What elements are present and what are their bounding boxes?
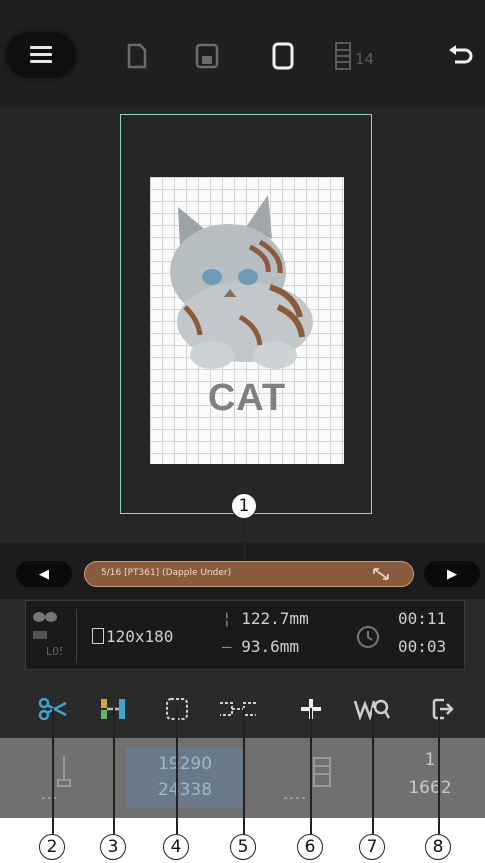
needle-icon	[42, 756, 71, 799]
stitch-counter[interactable]: 19290 24338	[126, 748, 244, 808]
callout-3-line	[113, 708, 115, 834]
arrow-left-icon: ◀	[39, 566, 49, 582]
menu-icon-bar	[30, 60, 52, 63]
time-remaining: 00:03	[398, 637, 447, 656]
callout-7: 7	[359, 834, 385, 860]
applique-jump-icon[interactable]	[216, 696, 260, 722]
prev-color-button[interactable]: ◀	[16, 561, 72, 587]
stitch-mode-icon: L05	[33, 612, 62, 658]
design-height: ¦ 122.7mm	[222, 609, 309, 628]
save-icon[interactable]	[192, 40, 222, 72]
stop-number: 1	[424, 750, 436, 770]
hoop-frame-icon[interactable]	[268, 40, 298, 72]
menu-button[interactable]	[6, 32, 76, 78]
callout-8: 8	[425, 834, 451, 860]
callout-2-line	[52, 708, 54, 834]
time-total: 00:11	[398, 609, 447, 628]
undo-icon[interactable]	[446, 40, 476, 72]
exit-icon[interactable]	[426, 696, 460, 722]
callout-6-line	[310, 708, 312, 834]
clock-icon	[357, 626, 379, 648]
design-width: – 93.6mm	[222, 637, 299, 656]
hoop-size-icon	[92, 628, 104, 644]
menu-icon	[30, 46, 52, 49]
svg-text:L05: L05	[46, 645, 62, 658]
hoop-size-value: 120x180	[106, 627, 174, 646]
thread-stop-icon	[284, 757, 331, 799]
color-label: 5/16 [PT361] (Dapple Under)	[101, 568, 232, 578]
width-value: 93.6mm	[241, 637, 300, 656]
callout-1: 1	[231, 493, 257, 519]
stitch-current: 19290	[157, 754, 213, 774]
spool-count: 14	[355, 50, 375, 68]
fabric-preview: CAT	[150, 177, 344, 464]
hoop-size: 120x180	[92, 627, 173, 646]
design-text: CAT	[207, 377, 287, 419]
design-canvas[interactable]: CAT	[0, 108, 485, 543]
callout-4: 4	[163, 834, 189, 860]
callout-1-line	[244, 518, 246, 560]
color-navigation: ◀ 5/16 [PT361] (Dapple Under) ▶	[0, 543, 485, 599]
callout-5-line	[243, 708, 245, 834]
design-info-panel: L05 120x180 ¦ 122.7mm – 93.6mm 00:11 00:…	[25, 600, 465, 670]
callout-8-line	[438, 708, 440, 834]
arrow-right-icon: ▶	[447, 566, 457, 582]
expand-icon	[373, 568, 389, 580]
callout-5: 5	[230, 834, 256, 860]
new-file-icon[interactable]	[122, 40, 152, 72]
cat-embroidery-image	[170, 195, 313, 369]
callout-7-line	[372, 708, 374, 834]
stop-total: 1662	[408, 778, 452, 798]
stitch-total: 24338	[157, 780, 213, 800]
callout-3: 3	[100, 834, 126, 860]
next-color-button[interactable]: ▶	[424, 561, 480, 587]
divider	[76, 609, 77, 663]
height-value: 122.7mm	[241, 609, 309, 628]
thread-spool-icon[interactable]: 14	[334, 40, 404, 72]
embroidery-screen: 14 CAT ◀ 5/16 [PT361] (Dapple Under) ▶ L…	[0, 0, 485, 818]
width-icon: –	[222, 637, 242, 656]
height-icon: ¦	[222, 609, 242, 628]
callout-6: 6	[297, 834, 323, 860]
callout-4-line	[176, 708, 178, 834]
current-color-bar[interactable]: 5/16 [PT361] (Dapple Under)	[84, 561, 414, 587]
top-toolbar: 14	[0, 0, 485, 108]
callout-2: 2	[39, 834, 65, 860]
menu-icon-bar	[30, 53, 52, 56]
